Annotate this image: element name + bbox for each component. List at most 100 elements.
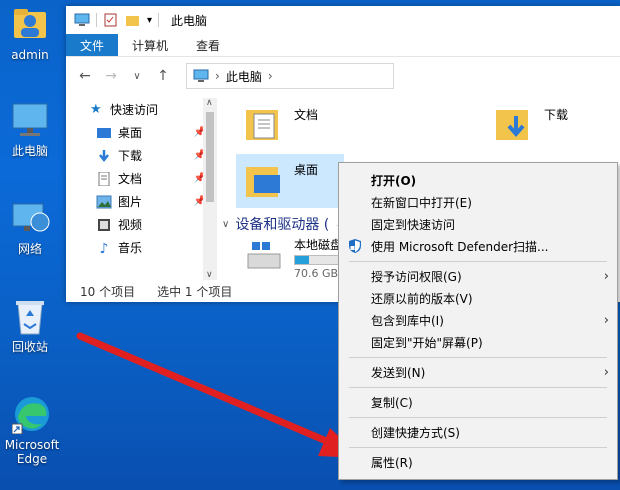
sidebar-item-label: 图片: [118, 195, 143, 209]
drive-item-local-disk[interactable]: 本地磁盘 70.6 GB: [244, 236, 342, 280]
chevron-down-icon[interactable]: ∨: [222, 219, 229, 230]
video-icon: [98, 218, 110, 231]
computer-icon: [74, 13, 90, 26]
chevron-down-icon[interactable]: ▾: [147, 15, 152, 26]
user-folder-icon: [10, 4, 50, 44]
menu-separator: [349, 387, 607, 388]
music-note-icon: ♪: [99, 240, 109, 257]
sidebar-item-music[interactable]: ♪ 音乐: [66, 236, 206, 259]
drive-free-space: 70.6 GB: [294, 267, 339, 280]
menu-item-restore-versions[interactable]: 还原以前的版本(V): [339, 287, 617, 309]
star-icon: ★: [90, 102, 102, 117]
navigation-bar: ← → ∨ ↑ › 此电脑 ›: [66, 57, 620, 95]
menu-item-include-library[interactable]: 包含到库中(I) ›: [339, 309, 617, 331]
menu-item-send-to[interactable]: 发送到(N) ›: [339, 361, 617, 383]
title-bar: ▾ 此电脑: [66, 6, 620, 34]
desktop-icon-this-pc[interactable]: 此电脑: [2, 100, 58, 158]
menu-separator: [349, 357, 607, 358]
menu-item-grant-access[interactable]: 授予访问权限(G) ›: [339, 265, 617, 287]
sidebar-item-documents[interactable]: 文档 📌: [66, 167, 206, 190]
desktop-icon: [97, 127, 111, 138]
forward-arrow-icon[interactable]: →: [102, 68, 120, 84]
chevron-right-icon: ›: [603, 312, 609, 328]
menu-item-defender-scan[interactable]: 使用 Microsoft Defender扫描...: [339, 235, 617, 257]
hard-drive-icon: [244, 238, 284, 278]
breadcrumb-separator-icon: ›: [267, 69, 273, 83]
up-arrow-icon[interactable]: ↑: [154, 68, 172, 84]
item-label: 下载: [544, 107, 569, 122]
drive-info: 本地磁盘 70.6 GB: [294, 236, 342, 280]
menu-item-label: 授予访问权限(G): [371, 269, 462, 284]
folder-item-desktop[interactable]: 桌面: [236, 154, 344, 208]
sidebar-item-quick-access[interactable]: ★ 快速访问: [66, 98, 206, 121]
sidebar-item-label: 音乐: [118, 241, 143, 255]
menu-item-properties[interactable]: 属性(R): [339, 451, 617, 473]
ribbon-tabs: 文件 计算机 查看: [66, 34, 620, 57]
menu-item-label: 包含到库中(I): [371, 313, 444, 328]
menu-item-open[interactable]: 打开(O): [339, 169, 617, 191]
divider: [96, 13, 97, 27]
back-arrow-icon[interactable]: ←: [76, 68, 94, 84]
tab-file[interactable]: 文件: [66, 34, 119, 56]
selection-count: 选中 1 个项目: [157, 284, 233, 299]
chevron-down-icon[interactable]: ∨: [128, 71, 146, 82]
folder-item-downloads[interactable]: 下载: [494, 104, 568, 144]
desktop-icon-label: 回收站: [11, 340, 48, 354]
new-folder-icon[interactable]: [125, 13, 141, 27]
chevron-up-icon[interactable]: ∧: [206, 98, 213, 108]
chevron-right-icon: ›: [603, 364, 609, 380]
desktop-folder-icon: [244, 161, 284, 201]
desktop-icon-admin[interactable]: admin: [2, 4, 58, 62]
menu-item-label: 属性(R): [371, 455, 413, 470]
scrollbar-thumb[interactable]: [206, 112, 214, 202]
menu-item-create-shortcut[interactable]: 创建快捷方式(S): [339, 421, 617, 443]
menu-item-label: 固定到"开始"屏幕(P): [371, 335, 483, 350]
menu-item-label: 创建快捷方式(S): [371, 425, 460, 440]
context-menu: 打开(O) 在新窗口中打开(E) 固定到快速访问 使用 Microsoft De…: [338, 162, 618, 480]
properties-icon[interactable]: [103, 13, 119, 27]
download-icon: [99, 149, 109, 162]
desktop-icon-network[interactable]: 网络: [2, 198, 58, 256]
drive-capacity-bar: [294, 255, 342, 265]
sidebar-item-label: 视频: [118, 218, 143, 232]
menu-item-pin-start[interactable]: 固定到"开始"屏幕(P): [339, 331, 617, 353]
menu-item-copy[interactable]: 复制(C): [339, 391, 617, 413]
sidebar-item-videos[interactable]: 视频: [66, 213, 206, 236]
sidebar-scrollbar[interactable]: ∧ ∨: [203, 98, 217, 280]
menu-separator: [349, 417, 607, 418]
sidebar-item-label: 快速访问: [110, 103, 159, 117]
menu-item-pin-quick-access[interactable]: 固定到快速访问: [339, 213, 617, 235]
computer-icon: [193, 69, 209, 82]
divider: [158, 13, 160, 27]
menu-item-label: 打开(O): [371, 173, 417, 188]
defender-shield-icon: [349, 239, 361, 253]
sidebar-item-desktop[interactable]: 桌面 📌: [66, 121, 206, 144]
navigation-pane: ★ 快速访问 桌面 📌 下载 📌 文档 📌 图片 📌 视频 ♪ 音乐: [66, 98, 218, 276]
sidebar-item-pictures[interactable]: 图片 📌: [66, 190, 206, 213]
address-bar[interactable]: › 此电脑 ›: [186, 63, 394, 89]
group-header-label: 设备和驱动器 (: [235, 217, 330, 233]
chevron-down-icon[interactable]: ∨: [206, 270, 213, 280]
menu-item-label: 发送到(N): [371, 365, 426, 380]
downloads-folder-icon: [494, 104, 534, 144]
menu-item-label: 还原以前的版本(V): [371, 291, 473, 306]
sidebar-item-downloads[interactable]: 下载 📌: [66, 144, 206, 167]
desktop-icon-edge[interactable]: Microsoft Edge: [2, 394, 62, 466]
breadcrumb[interactable]: 此电脑: [226, 68, 262, 85]
desktop-icon-label: 网络: [17, 242, 42, 256]
window-title: 此电脑: [171, 13, 208, 28]
menu-item-label: 在新窗口中打开(E): [371, 195, 472, 210]
desktop-icon-label: 此电脑: [11, 144, 48, 158]
desktop-icon-recycle-bin[interactable]: 回收站: [2, 296, 58, 354]
menu-separator: [349, 261, 607, 262]
breadcrumb-separator-icon: ›: [215, 69, 220, 83]
group-header-devices[interactable]: ∨ 设备和驱动器 (: [222, 214, 329, 234]
picture-icon: [96, 195, 112, 208]
menu-item-open-new-window[interactable]: 在新窗口中打开(E): [339, 191, 617, 213]
sidebar-item-label: 下载: [118, 149, 143, 163]
tab-computer[interactable]: 计算机: [118, 34, 182, 56]
folder-item-documents[interactable]: 文档: [244, 104, 318, 144]
computer-icon: [10, 100, 50, 140]
item-count: 10 个项目: [80, 284, 136, 299]
tab-view[interactable]: 查看: [182, 34, 234, 56]
